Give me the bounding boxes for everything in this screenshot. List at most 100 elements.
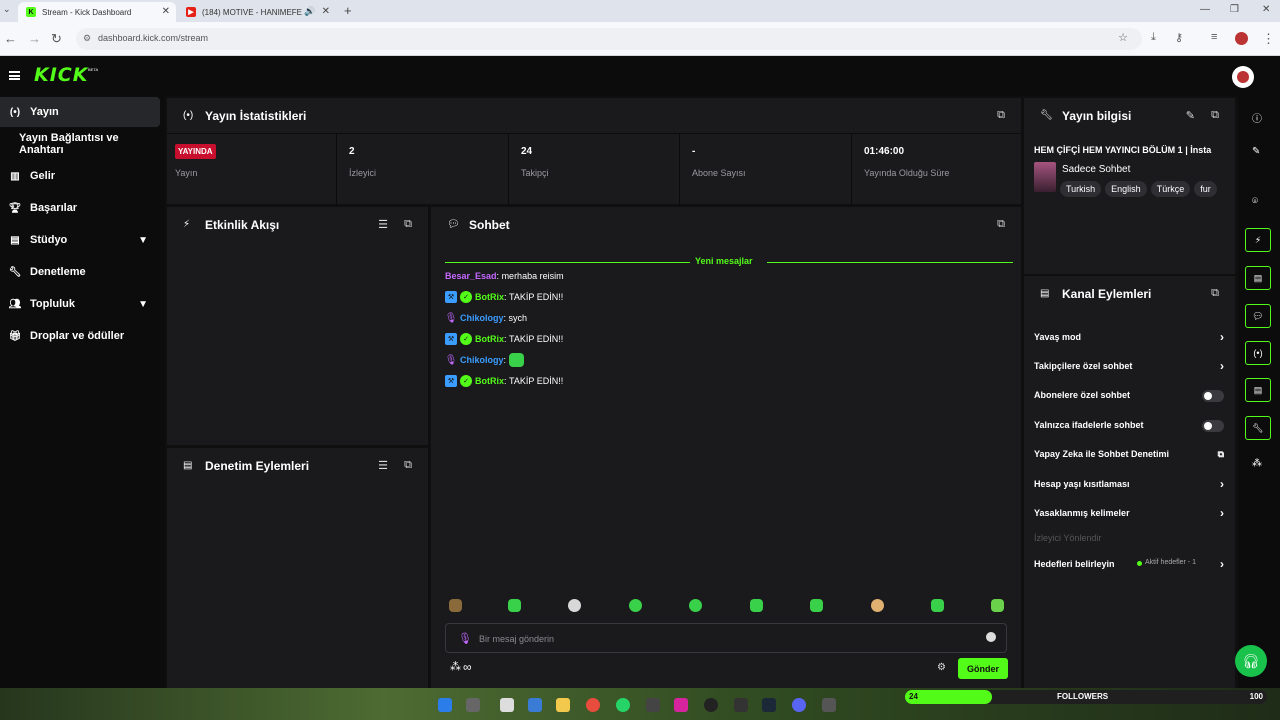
instagram-icon[interactable] [674, 698, 688, 712]
chat-username[interactable]: Chikology [460, 313, 504, 323]
sidebar-item-basarilar[interactable]: 🏆︎ Başarılar [0, 193, 160, 223]
popout-icon[interactable]: ⧉ [997, 109, 1005, 122]
browser-profile-icon[interactable] [1235, 32, 1248, 45]
app-icon[interactable] [822, 698, 836, 712]
emote-icon[interactable] [629, 599, 642, 612]
new-tab-button[interactable]: + [344, 3, 352, 18]
chat-footer-left[interactable]: ∞ [463, 660, 472, 674]
windows-start-icon[interactable] [438, 698, 452, 712]
emote-icon[interactable] [689, 599, 702, 612]
filter-icon[interactable]: ☰ [378, 459, 388, 472]
address-input[interactable]: ⚙ dashboard.kick.com/stream ☆ [76, 28, 1142, 50]
tab-search-icon[interactable]: ⌄ [3, 4, 11, 15]
sidebar-item-gelir[interactable]: ▥ Gelir [0, 161, 160, 191]
popout-icon[interactable]: ⧉ [1211, 109, 1219, 122]
tab-kick-dashboard[interactable]: K Stream - Kick Dashboard ✕ [18, 2, 176, 22]
search-icon[interactable] [466, 698, 480, 712]
wrench-icon[interactable]: 🔧︎ [1245, 416, 1271, 440]
edit-pencil-icon[interactable]: ✎ [1186, 109, 1195, 122]
minimize-icon[interactable]: — [1200, 4, 1210, 15]
sidebar-item-topluluk[interactable]: 👥︎ Topluluk ▼ [0, 289, 160, 319]
chat-username[interactable]: BotRix [475, 376, 504, 386]
maximize-icon[interactable]: ❐ [1230, 4, 1239, 15]
support-chat-icon[interactable]: 🎧︎ [1235, 645, 1267, 677]
close-tab-icon[interactable]: ✕ [322, 6, 330, 17]
download-icon[interactable]: ⤓ [1151, 31, 1156, 44]
task-view-icon[interactable] [500, 698, 514, 712]
chat-username[interactable]: Chikology [460, 355, 504, 365]
emote-only-toggle[interactable] [1202, 420, 1224, 432]
menu-icon[interactable] [9, 71, 20, 80]
site-info-icon[interactable]: ⚙ [83, 33, 91, 44]
chevron-down-icon[interactable]: ▼ [138, 299, 148, 310]
chevron-down-icon[interactable]: ▼ [138, 235, 148, 246]
action-banned-words[interactable]: Yasaklanmış kelimeler › [1034, 506, 1224, 530]
back-icon[interactable]: ← [4, 31, 17, 46]
lightning-icon[interactable]: ⚡︎ [1245, 228, 1271, 252]
discord-icon[interactable] [792, 698, 806, 712]
sidebar-item-stream-key[interactable]: Yayın Bağlantısı ve Anahtarı [0, 129, 160, 159]
category-name[interactable]: Sadece Sohbet [1062, 164, 1130, 175]
send-button[interactable]: Gönder [958, 658, 1008, 679]
action-ai-moderation[interactable]: Yapay Zeka ile Sohbet Denetimi ⧉ [1034, 449, 1224, 471]
steam-icon[interactable] [762, 698, 776, 712]
sidebar-item-droplar[interactable]: 🎁︎ Droplar ve ödüller [0, 321, 160, 351]
chat-bubble-icon[interactable]: 💬︎ [1245, 304, 1271, 328]
popout-icon[interactable]: ⧉ [1211, 287, 1219, 300]
close-window-icon[interactable]: ✕ [1262, 4, 1270, 15]
popout-icon[interactable]: ⧉ [404, 218, 412, 231]
action-followers-only[interactable]: Takipçilere özel sohbet › [1034, 359, 1224, 383]
edit-pencil-icon[interactable]: ✎ [1252, 146, 1260, 157]
sidebar-item-yayin[interactable]: (•) Yayın [0, 97, 160, 127]
apps-icon[interactable]: ⁂ [1252, 458, 1262, 469]
bookmark-star-icon[interactable]: ☆ [1118, 31, 1128, 44]
emote-icon[interactable] [991, 599, 1004, 612]
chat-username[interactable]: Besar_Esad [445, 271, 497, 281]
tab-list-icon[interactable]: ≡ [1211, 31, 1217, 43]
emoji-picker-icon[interactable] [986, 632, 996, 642]
browser-menu-icon[interactable]: ⋮ [1262, 31, 1275, 47]
popout-icon[interactable]: ⧉ [404, 459, 412, 472]
category-thumbnail[interactable] [1034, 162, 1056, 192]
action-slow-mode[interactable]: Yavaş mod › [1034, 330, 1224, 354]
action-account-age[interactable]: Hesap yaşı kısıtlaması › [1034, 477, 1224, 501]
action-raid[interactable]: İzleyici Yönlendir [1034, 533, 1224, 555]
broadcast-icon[interactable]: (•) [1245, 341, 1271, 365]
emote-icon[interactable] [449, 599, 462, 612]
forward-icon[interactable]: → [28, 31, 41, 46]
action-set-goals[interactable]: Hedefleri belirleyin Aktif hedefler - 1 … [1034, 557, 1224, 581]
emote-icon[interactable] [508, 599, 521, 612]
store-icon[interactable] [528, 698, 542, 712]
app-icon[interactable] [646, 698, 660, 712]
subscribers-only-toggle[interactable] [1202, 390, 1224, 402]
chat-username[interactable]: BotRix [475, 292, 504, 302]
emote-icon[interactable] [750, 599, 763, 612]
camera-icon[interactable]: ⌾ [1252, 196, 1258, 207]
channel-actions-icon[interactable]: ▤ [1245, 378, 1271, 402]
extension-icon[interactable]: ⚷ [1175, 31, 1183, 44]
kick-logo[interactable]: KICK [34, 64, 88, 86]
app-icon[interactable] [734, 698, 748, 712]
emote-icon[interactable] [810, 599, 823, 612]
obs-icon[interactable] [704, 698, 718, 712]
tab-youtube[interactable]: ▶ (184) MOTIVE - HANIMEFE 🔊 ✕ [178, 2, 336, 22]
sidebar-item-studyo[interactable]: ▤ Stüdyo ▼ [0, 225, 160, 255]
emote-icon[interactable] [871, 599, 884, 612]
filter-icon[interactable]: ☰ [378, 218, 388, 231]
close-tab-icon[interactable]: ✕ [162, 6, 170, 17]
emote-icon[interactable] [931, 599, 944, 612]
file-explorer-icon[interactable] [556, 698, 570, 712]
popout-icon[interactable]: ⧉ [997, 218, 1005, 231]
emote-icon[interactable] [568, 599, 581, 612]
info-icon[interactable]: ⓘ [1252, 110, 1262, 125]
clipboard-icon[interactable]: ▤ [1245, 266, 1271, 290]
chat-settings-icon[interactable]: ⚙ [937, 662, 946, 673]
avatar[interactable] [1232, 66, 1254, 88]
chat-message-input[interactable]: 🎙︎ Bir mesaj gönderin [445, 623, 1007, 653]
sidebar-item-denetleme[interactable]: 🔧︎ Denetleme [0, 257, 160, 287]
chat-tools-icon[interactable]: ⁂ [450, 660, 461, 673]
chat-username[interactable]: BotRix [475, 334, 504, 344]
reload-icon[interactable]: ↻ [51, 31, 62, 47]
whatsapp-icon[interactable] [616, 698, 630, 712]
chrome-icon[interactable] [586, 698, 600, 712]
